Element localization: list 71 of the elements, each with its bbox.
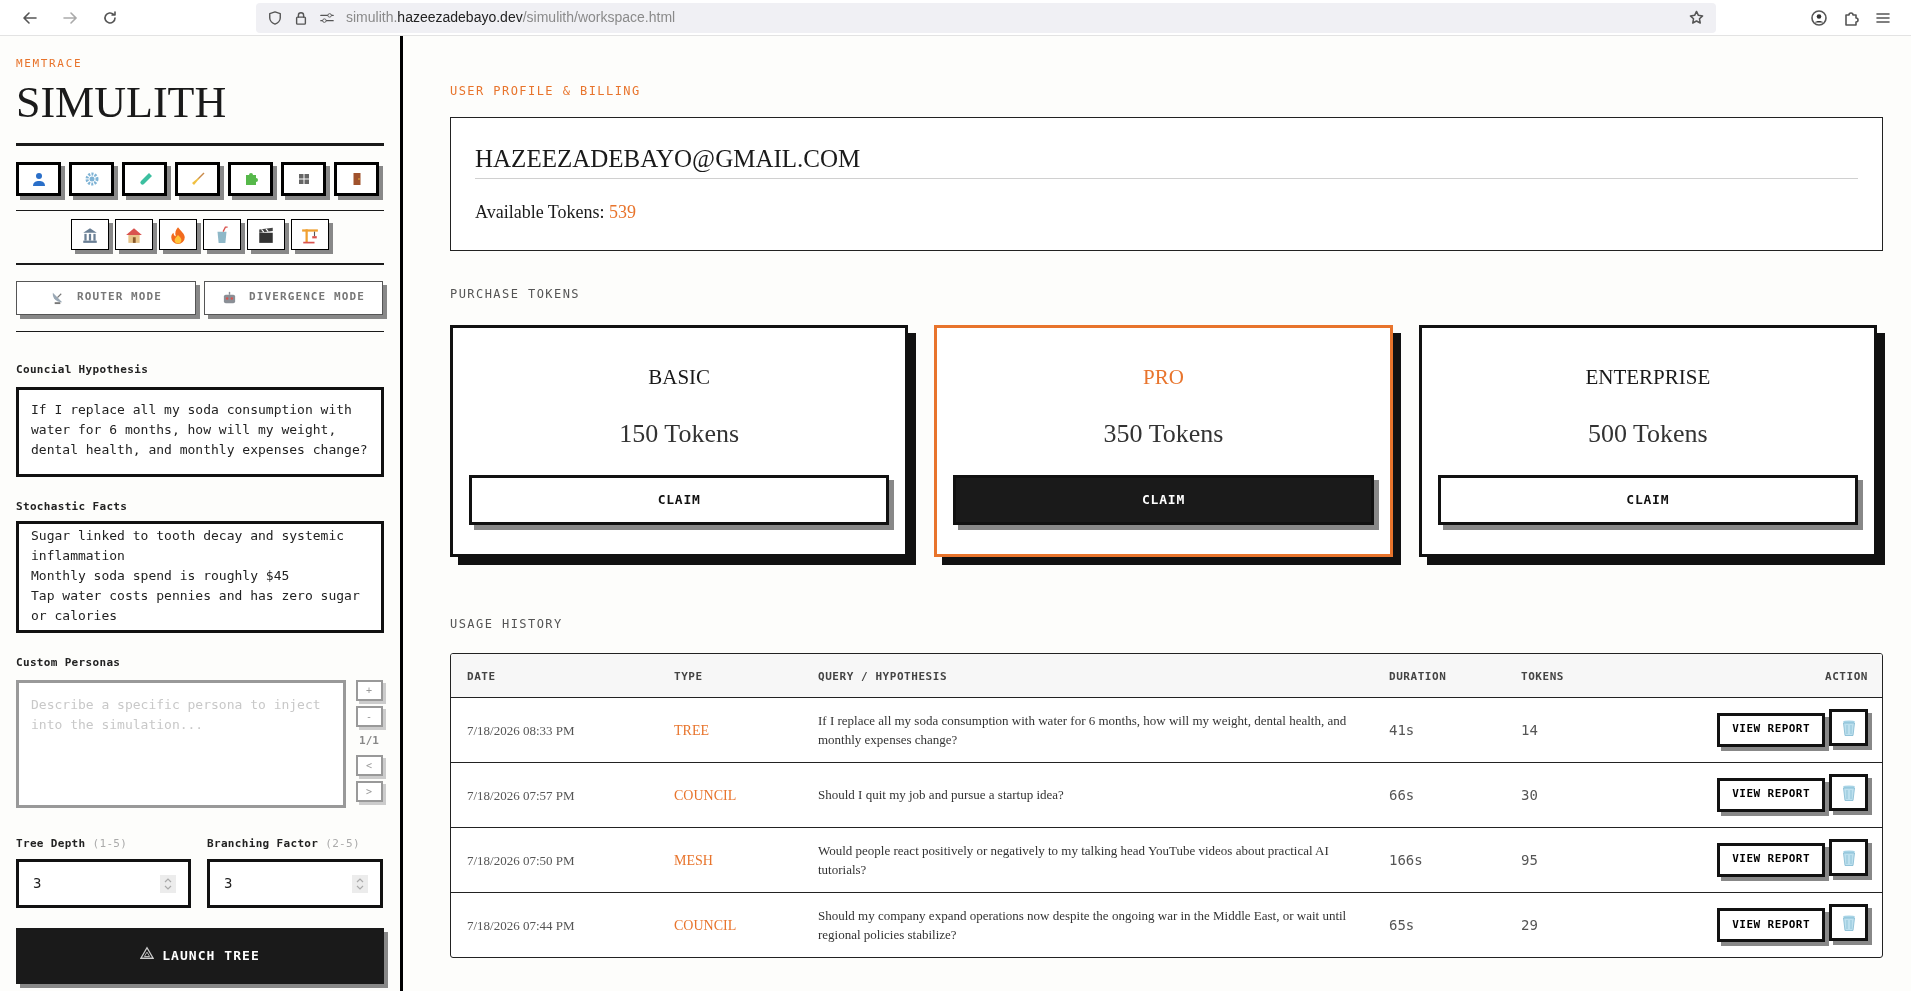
section-title: USER PROFILE & BILLING xyxy=(450,83,641,100)
warning-icon xyxy=(140,946,155,960)
clapperboard-icon xyxy=(257,225,275,244)
field-label: Councial Hypothesis xyxy=(16,362,149,378)
section-title: USAGE HISTORY xyxy=(450,616,563,633)
duration-cell: 166s xyxy=(1389,851,1423,868)
duration-cell: 66s xyxy=(1389,786,1415,803)
query-cell-text: Would people react positively or negatively to my talking head YouTube videos about practical AI tutorials? xyxy=(818,841,1330,879)
query-cell-text: If I replace all my soda consumption with water for 6 months, how will my weight, dental health, and monthly expenses change? xyxy=(818,711,1348,749)
field-label: Tree Depth (1-5) xyxy=(16,835,128,852)
column-header: QUERY / HYPOTHESIS xyxy=(818,670,948,684)
account-icon xyxy=(1811,9,1827,26)
flame-icon xyxy=(169,225,187,244)
number-field[interactable]: 3 xyxy=(16,859,191,908)
person-icon xyxy=(30,170,47,187)
extensions-icon xyxy=(1843,9,1859,26)
reload-icon[interactable] xyxy=(102,9,118,26)
star-icon xyxy=(1689,10,1704,25)
plan-tokens: 500 Tokens xyxy=(1587,417,1708,450)
back-icon[interactable] xyxy=(22,9,38,26)
date-cell: 7/18/2026 07:50 PM xyxy=(467,852,575,868)
trash-icon xyxy=(1840,783,1857,802)
date-cell: 7/18/2026 08:33 PM xyxy=(467,722,575,738)
spinner-icon xyxy=(352,874,368,893)
field-label: Custom Personas xyxy=(16,655,121,671)
type-cell: COUNCIL xyxy=(674,917,737,933)
field-label: Branching Factor (2-5) xyxy=(207,835,360,852)
section-title: PURCHASE TOKENS xyxy=(450,286,580,303)
tokens-cell: 14 xyxy=(1521,721,1538,738)
brand-label: MEMTRACE xyxy=(16,56,83,72)
trash-icon xyxy=(1840,913,1857,932)
facts-field[interactable]: Sugar linked to tooth decay and systemic inflammation Monthly soda spend is roughly $45 Tap water costs pennies and has zero sugar or calories xyxy=(16,521,384,633)
satellite-dish-icon xyxy=(50,290,65,305)
tokens-cell: 95 xyxy=(1521,851,1538,868)
column-header: DURATION xyxy=(1389,670,1447,684)
sliders-icon xyxy=(320,10,334,25)
date-cell: 7/18/2026 07:44 PM xyxy=(467,917,575,933)
plan-tokens: 150 Tokens xyxy=(619,417,740,450)
robot-icon xyxy=(222,290,238,305)
column-header: DATE xyxy=(467,670,496,684)
type-cell: MESH xyxy=(674,852,713,868)
plan-name: ENTERPRISE xyxy=(1585,364,1711,391)
number-field[interactable]: 3 xyxy=(207,859,383,908)
lock-icon xyxy=(294,10,308,25)
duration-cell: 65s xyxy=(1389,916,1415,933)
trash-icon xyxy=(1840,718,1857,737)
field-label: Stochastic Facts xyxy=(16,498,128,515)
plan-tokens: 350 Tokens xyxy=(1103,417,1224,450)
query-cell-text: Should I quit my job and pursue a startup idea? xyxy=(818,786,1065,804)
app-title: SIMULITH xyxy=(16,76,227,129)
type-cell: COUNCIL xyxy=(674,787,737,803)
column-header: ACTION xyxy=(1824,670,1868,684)
token-balance: Available Tokens: 539 xyxy=(475,201,637,224)
tokens-cell: 30 xyxy=(1521,786,1538,803)
spinner-icon xyxy=(160,874,176,893)
plan-name: BASIC xyxy=(648,364,711,391)
column-header: TYPE xyxy=(674,670,703,684)
hypothesis-field[interactable]: If I replace all my soda consumption with water for 6 months, how will my weight, dental health, and monthly expenses change? xyxy=(16,386,384,477)
duration-cell: 41s xyxy=(1389,721,1415,738)
address-bar[interactable]: simulith.hazeezadebayo.dev/simulith/workspace.html xyxy=(256,2,1716,33)
trash-icon xyxy=(1840,848,1857,867)
type-cell: TREE xyxy=(674,722,709,738)
page-counter: 1/1 xyxy=(359,732,379,749)
shield-icon xyxy=(268,10,282,25)
date-cell: 7/18/2026 07:57 PM xyxy=(467,787,575,803)
user-email: HAZEEZADEBAYO@GMAIL.COM xyxy=(475,144,1858,179)
column-header: TOKENS xyxy=(1521,670,1565,684)
query-cell-text: Should my company expand operations now despite the ongoing war in the Middle East, or wait until regional policies stabilize? xyxy=(818,906,1348,944)
plan-name: PRO xyxy=(1143,364,1184,391)
tokens-cell: 29 xyxy=(1521,916,1538,933)
url-text[interactable]: simulith.hazeezadebayo.dev/simulith/workspace.html xyxy=(346,7,676,28)
